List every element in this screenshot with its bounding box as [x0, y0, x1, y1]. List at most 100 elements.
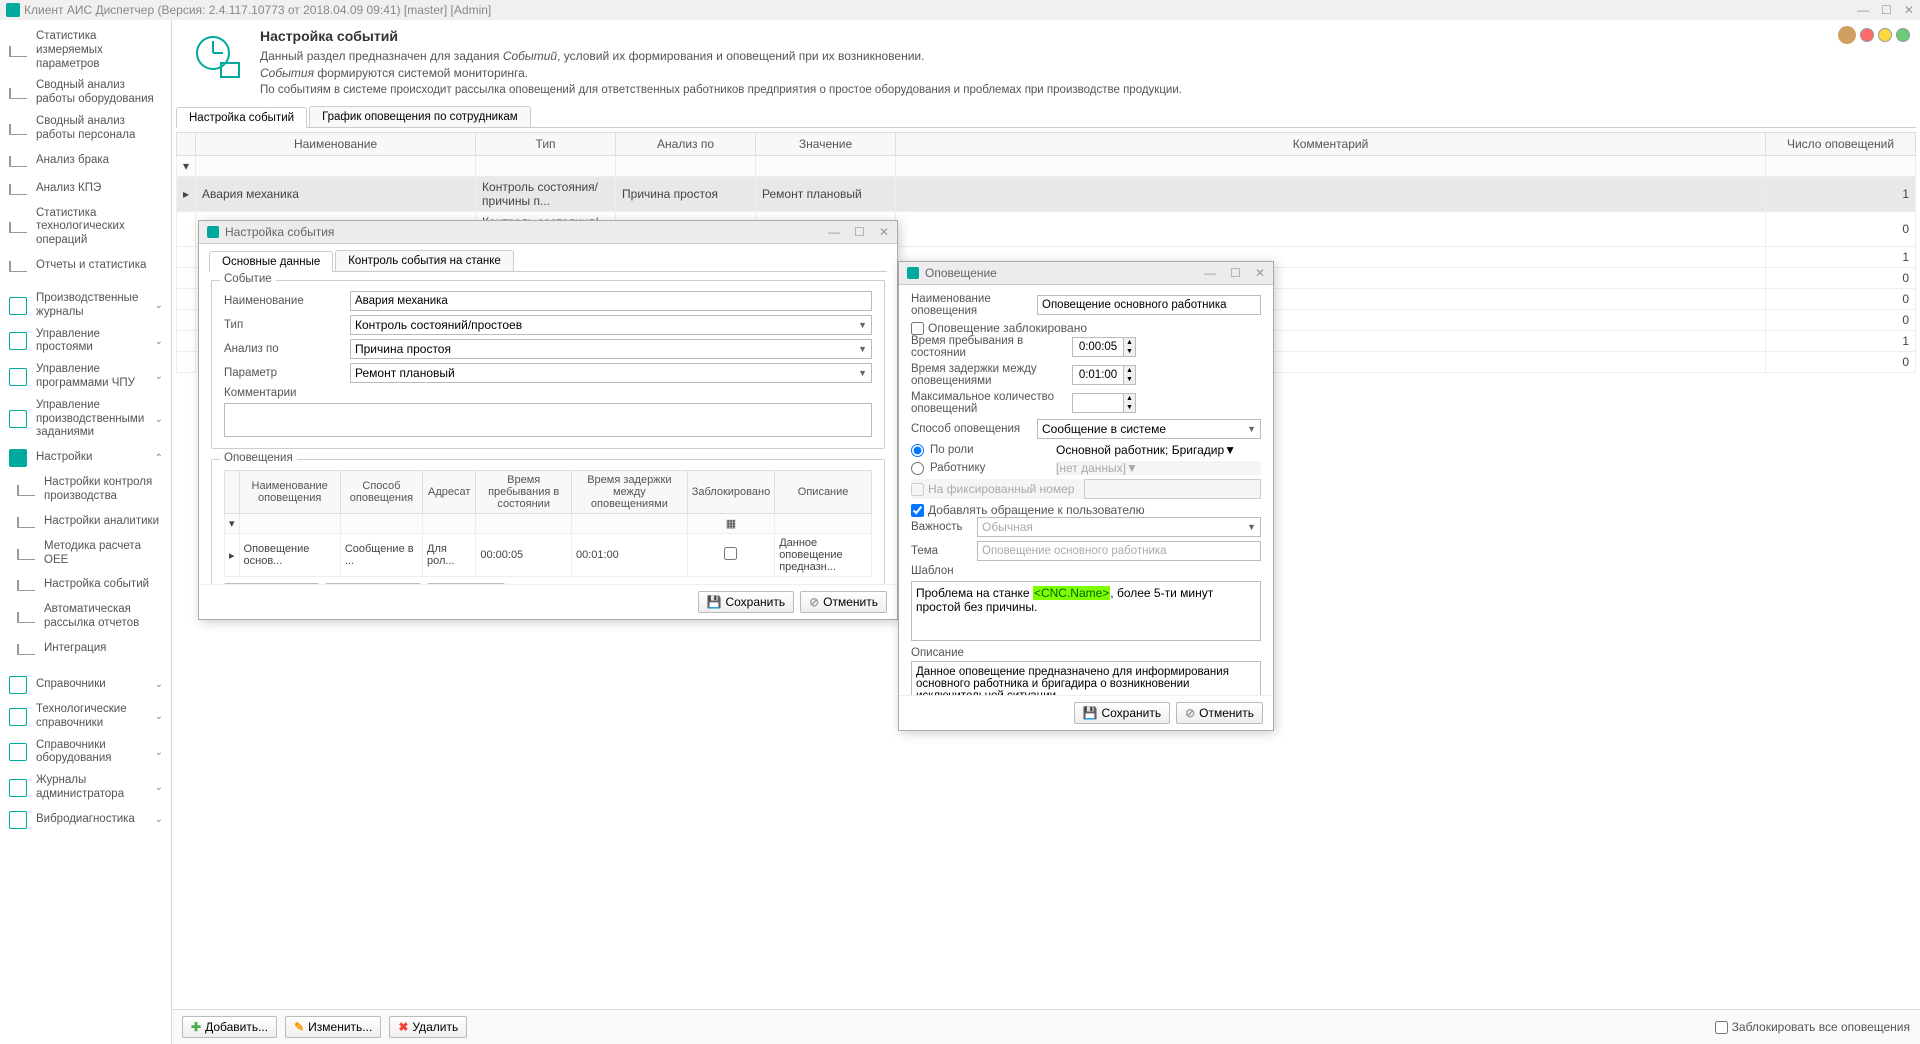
sidebar-subitem[interactable]: Настройка событий [0, 571, 171, 599]
cancel-button[interactable]: ⊘Отменить [800, 591, 887, 613]
notify-name-input[interactable] [1037, 295, 1261, 315]
sidebar-group[interactable]: Производственные журналы⌄ [0, 288, 171, 324]
blocked-checkbox[interactable] [724, 547, 737, 560]
sidebar-item[interactable]: Отчеты и статистика [0, 252, 171, 280]
page-title: Настройка событий [260, 28, 1182, 44]
chevron-up-icon[interactable]: ▲ [1124, 366, 1135, 375]
notification-dialog: Оповещение —☐✕ Наименование оповещения О… [898, 261, 1274, 731]
chevron-down-icon[interactable]: ▼ [1124, 347, 1135, 356]
chevron-down-icon: ▼ [858, 344, 867, 354]
sidebar-item[interactable]: Статистика технологических операций [0, 203, 171, 252]
sidebar-group[interactable]: Справочники оборудования⌄ [0, 735, 171, 771]
cancel-icon: ⊘ [809, 595, 819, 609]
tab-strip: Настройка событий График оповещения по с… [176, 106, 1916, 128]
sidebar-group[interactable]: Управление производственными заданиями⌄ [0, 395, 171, 444]
sidebar-group[interactable]: Справочники⌄ [0, 671, 171, 699]
sidebar-group[interactable]: Журналы администратора⌄ [0, 770, 171, 806]
page-header-icon [188, 28, 248, 88]
add-button[interactable]: ✚Добавить... [182, 1016, 277, 1038]
table-row[interactable]: ▸Авария механикаКонтроль состояния/причи… [177, 177, 1916, 212]
delay-time-spinner[interactable]: ▲▼ [1072, 365, 1136, 385]
cancel-button[interactable]: ⊘Отменить [1176, 702, 1263, 724]
chevron-down-icon: ▼ [1247, 522, 1256, 532]
close-icon[interactable]: ✕ [1904, 3, 1914, 17]
status-dot-red [1860, 28, 1874, 42]
sidebar-subitem[interactable]: Настройки аналитики [0, 508, 171, 536]
tab-schedule[interactable]: График оповещения по сотрудникам [309, 106, 531, 127]
sidebar-item[interactable]: Анализ брака [0, 147, 171, 175]
comment-textarea[interactable] [224, 403, 872, 437]
sidebar-item[interactable]: Анализ КПЭ [0, 175, 171, 203]
delete-button[interactable]: ✖Удалить [427, 583, 505, 584]
pencil-icon: ✎ [294, 1020, 304, 1034]
delete-button[interactable]: ✖Удалить [389, 1016, 467, 1038]
importance-select: Обычная▼ [977, 517, 1261, 537]
template-textarea[interactable]: Проблема на станке <CNC.Name>, более 5-т… [911, 581, 1261, 641]
dialog-titlebar[interactable]: Оповещение — ☐ ✕ [899, 262, 1273, 285]
sidebar-subitem[interactable]: Интеграция [0, 635, 171, 663]
chevron-up-icon[interactable]: ▲ [1124, 338, 1135, 347]
col-name[interactable]: Наименование [196, 133, 476, 156]
worker-select: [нет данных]▼ [1056, 461, 1261, 475]
append-address-checkbox[interactable]: Добавлять обращение к пользователю [911, 503, 1261, 517]
chevron-up-icon[interactable]: ▲ [1124, 394, 1135, 403]
minimize-icon[interactable]: — [1857, 3, 1869, 17]
sidebar-subitem[interactable]: Настройки контроля производства [0, 472, 171, 508]
chevron-down-icon[interactable]: ▼ [1124, 375, 1135, 384]
save-button[interactable]: 💾Сохранить [1074, 702, 1171, 724]
add-button[interactable]: ✚Добавить... [224, 583, 319, 584]
role-radio[interactable] [911, 444, 924, 457]
sidebar-group-settings[interactable]: Настройки⌃ [0, 444, 171, 472]
method-select[interactable]: Сообщение в системе▼ [1037, 419, 1261, 439]
dialog-title-text: Оповещение [925, 266, 997, 280]
maximize-icon[interactable]: ☐ [854, 225, 865, 239]
col-type[interactable]: Тип [476, 133, 616, 156]
col-value[interactable]: Значение [756, 133, 896, 156]
event-type-select[interactable]: Контроль состояний/простоев▼ [350, 315, 872, 335]
col-count[interactable]: Число оповещений [1766, 133, 1916, 156]
event-name-input[interactable] [350, 291, 872, 311]
description-textarea[interactable]: Данное оповещение предназначено для инфо… [911, 661, 1261, 695]
close-icon[interactable]: ✕ [879, 225, 889, 239]
minimize-icon[interactable]: — [1204, 266, 1216, 280]
table-row[interactable]: ▸Оповещение основ...Сообщение в ...Для р… [225, 534, 872, 577]
blocked-checkbox[interactable]: Оповещение заблокировано [911, 321, 1261, 335]
sidebar-group[interactable]: Управление простоями⌄ [0, 324, 171, 360]
edit-button[interactable]: ✎Изменить... [325, 583, 421, 584]
analysis-select[interactable]: Причина простоя▼ [350, 339, 872, 359]
minimize-icon[interactable]: — [828, 225, 840, 239]
sidebar-item[interactable]: Сводный анализ работы оборудования [0, 75, 171, 111]
tab-control[interactable]: Контроль события на станке [335, 250, 514, 271]
worker-radio[interactable] [911, 462, 924, 475]
sidebar-item[interactable]: Сводный анализ работы персонала [0, 111, 171, 147]
delete-icon: ✖ [398, 1020, 408, 1034]
user-avatar-icon[interactable] [1838, 26, 1856, 44]
tab-main-data[interactable]: Основные данные [209, 251, 333, 272]
sidebar-subitem[interactable]: Методика расчета OEE [0, 536, 171, 572]
window-title: Клиент АИС Диспетчер (Версия: 2.4.117.10… [24, 3, 491, 17]
filter-row[interactable]: ▾ [177, 156, 1916, 177]
sidebar-item[interactable]: Статистика измеряемых параметров [0, 26, 171, 75]
col-comment[interactable]: Комментарий [896, 133, 1766, 156]
chevron-down-icon: ⌄ [155, 711, 163, 722]
dialog-titlebar[interactable]: Настройка события —☐✕ [199, 221, 897, 244]
save-button[interactable]: 💾Сохранить [698, 591, 795, 613]
maximize-icon[interactable]: ☐ [1881, 3, 1892, 17]
notifications-table[interactable]: Наименование оповещенияСпособ оповещения… [224, 470, 872, 577]
sidebar-group[interactable]: Вибродиагностика⌄ [0, 806, 171, 834]
sidebar-group[interactable]: Технологические справочники⌄ [0, 699, 171, 735]
param-select[interactable]: Ремонт плановый▼ [350, 363, 872, 383]
block-all-checkbox[interactable]: Заблокировать все оповещения [1715, 1020, 1910, 1034]
chevron-down-icon: ▼ [858, 368, 867, 378]
edit-button[interactable]: ✎Изменить... [285, 1016, 381, 1038]
sidebar-group[interactable]: Управление программами ЧПУ⌄ [0, 359, 171, 395]
tab-events-setup[interactable]: Настройка событий [176, 107, 307, 128]
stay-time-spinner[interactable]: ▲▼ [1072, 337, 1136, 357]
max-count-spinner[interactable]: ▲▼ [1072, 393, 1136, 413]
role-select[interactable]: Основной работник; Бригадир▼ [1056, 443, 1261, 457]
chevron-down-icon[interactable]: ▼ [1124, 403, 1135, 412]
maximize-icon[interactable]: ☐ [1230, 266, 1241, 280]
col-analysis[interactable]: Анализ по [616, 133, 756, 156]
sidebar-subitem[interactable]: Автоматическая рассылка отчетов [0, 599, 171, 635]
close-icon[interactable]: ✕ [1255, 266, 1265, 280]
